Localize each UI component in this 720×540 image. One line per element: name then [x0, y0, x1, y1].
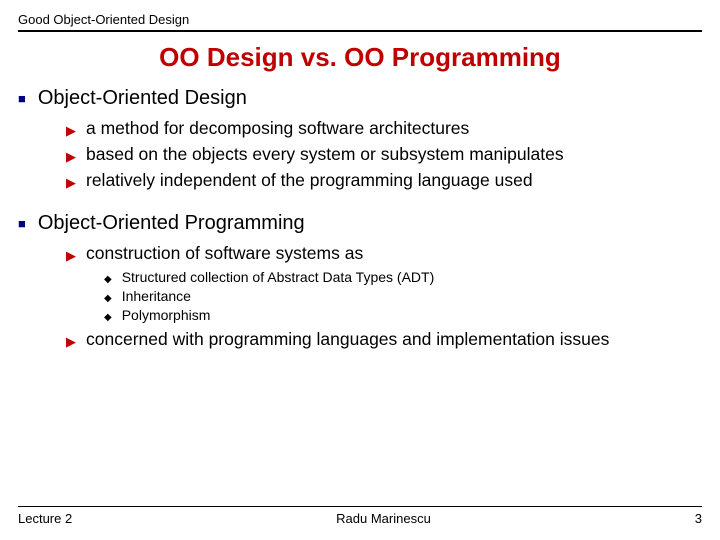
arrow-icon: ▶ [66, 149, 76, 165]
footer-center: Radu Marinescu [336, 511, 431, 526]
section-heading: ■ Object-Oriented Design [18, 87, 702, 110]
square-bullet-icon: ■ [18, 92, 26, 105]
nested-item-text: Polymorphism [122, 307, 211, 323]
footer: Lecture 2 Radu Marinescu 3 [18, 506, 702, 526]
diamond-icon: ◆ [104, 312, 112, 323]
list-item-text: relatively independent of the programmin… [86, 170, 533, 192]
arrow-icon: ▶ [66, 175, 76, 191]
arrow-icon: ▶ [66, 123, 76, 139]
section-heading: ■ Object-Oriented Programming [18, 212, 702, 235]
list-item: ▶ relatively independent of the programm… [66, 170, 702, 192]
list-item-text: concerned with programming languages and… [86, 329, 609, 351]
list-item: ▶ construction of software systems as [66, 243, 702, 265]
nested-list-item: ◆ Structured collection of Abstract Data… [104, 269, 702, 285]
nested-item-text: Inheritance [122, 288, 191, 304]
footer-rule [18, 506, 702, 507]
footer-left: Lecture 2 [18, 511, 72, 526]
nested-list-item: ◆ Inheritance [104, 288, 702, 304]
slide-title: OO Design vs. OO Programming [18, 42, 702, 73]
section-ood: ■ Object-Oriented Design ▶ a method for … [18, 87, 702, 192]
square-bullet-icon: ■ [18, 217, 26, 230]
list-item-text: construction of software systems as [86, 243, 363, 265]
section-heading-text: Object-Oriented Design [38, 87, 247, 110]
nested-list-item: ◆ Polymorphism [104, 307, 702, 323]
arrow-icon: ▶ [66, 248, 76, 264]
list-item: ▶ based on the objects every system or s… [66, 144, 702, 166]
section-heading-text: Object-Oriented Programming [38, 212, 305, 235]
section-oop: ■ Object-Oriented Programming ▶ construc… [18, 212, 702, 351]
header-rule [18, 30, 702, 32]
nested-item-text: Structured collection of Abstract Data T… [122, 269, 435, 285]
list-item: ▶ concerned with programming languages a… [66, 329, 702, 351]
footer-page-number: 3 [695, 511, 702, 526]
diamond-icon: ◆ [104, 274, 112, 285]
section-items: ▶ a method for decomposing software arch… [66, 118, 702, 192]
list-item-text: a method for decomposing software archit… [86, 118, 469, 140]
header-course: Good Object-Oriented Design [18, 12, 702, 27]
section-items: ▶ construction of software systems as ◆ … [66, 243, 702, 351]
diamond-icon: ◆ [104, 293, 112, 304]
nested-items: ◆ Structured collection of Abstract Data… [104, 269, 702, 323]
list-item: ▶ a method for decomposing software arch… [66, 118, 702, 140]
list-item-text: based on the objects every system or sub… [86, 144, 564, 166]
footer-row: Lecture 2 Radu Marinescu 3 [18, 511, 702, 526]
arrow-icon: ▶ [66, 334, 76, 350]
